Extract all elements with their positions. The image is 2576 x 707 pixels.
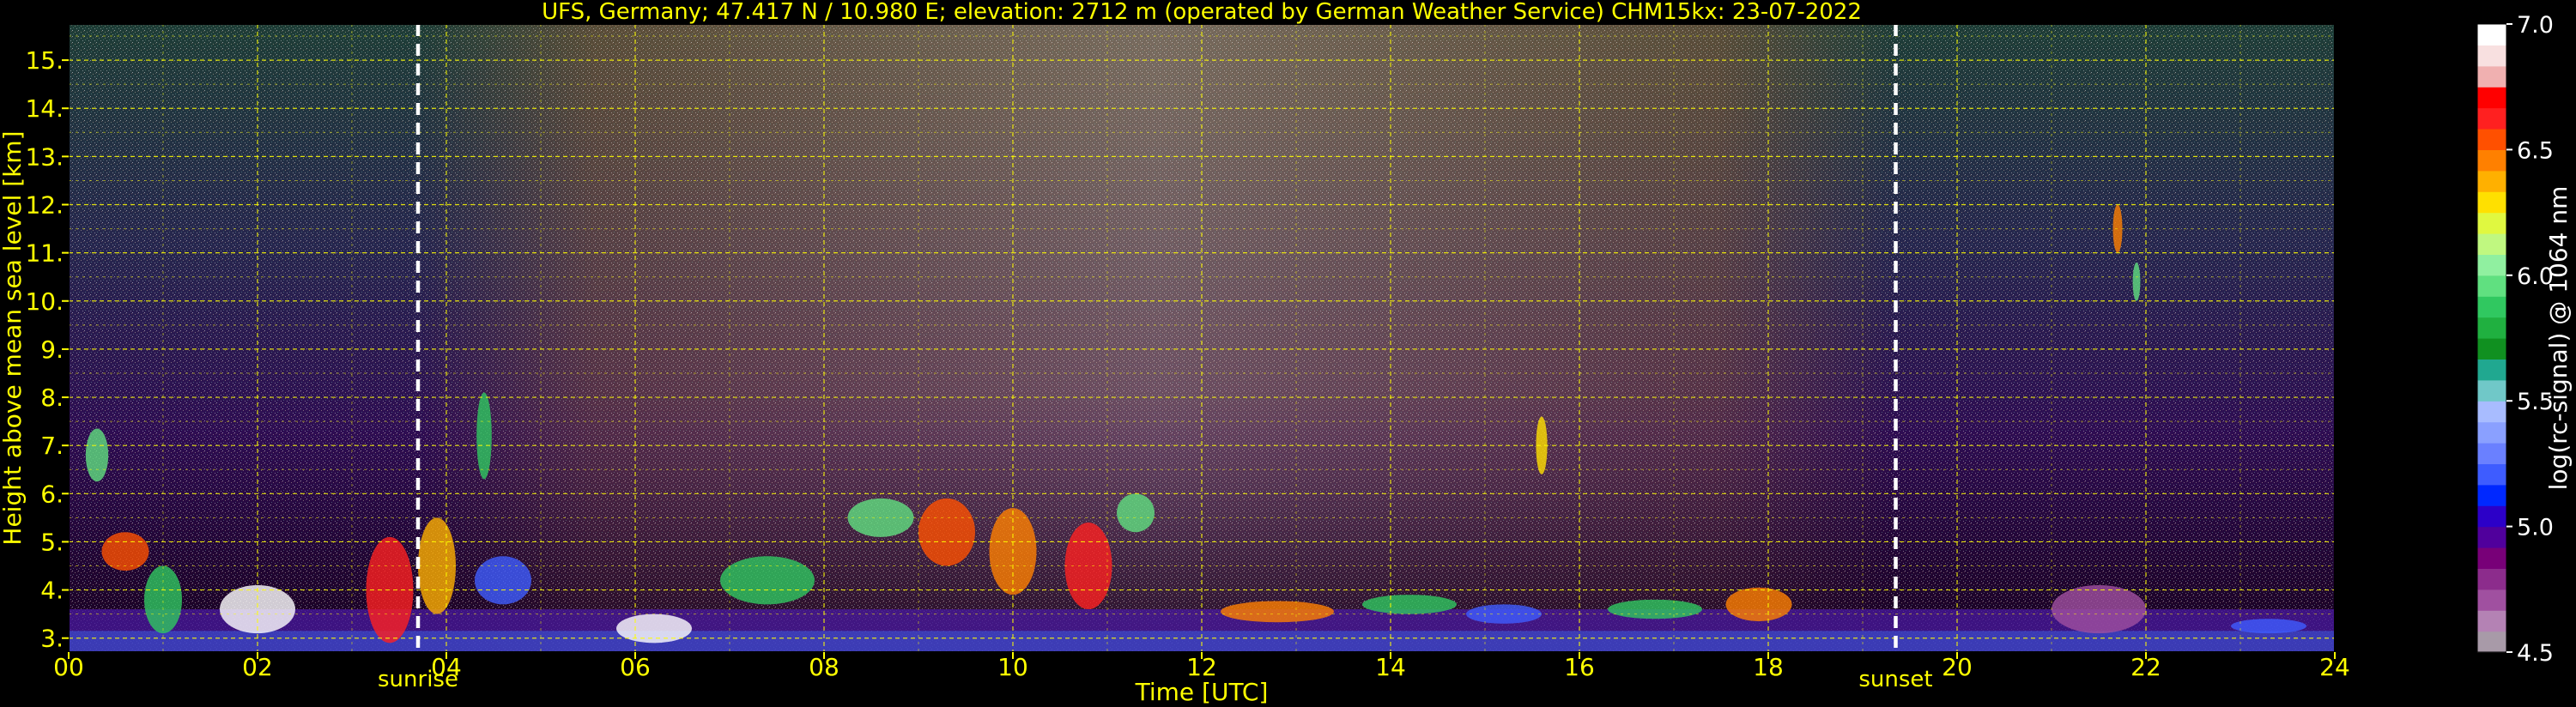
- colorbar-segment: [2477, 129, 2506, 150]
- y-tick-label: 14.: [25, 94, 64, 123]
- colorbar-segment: [2477, 254, 2506, 276]
- y-tick-label: 5.: [40, 528, 64, 556]
- colorbar-tick-label: 6.5: [2517, 137, 2554, 164]
- signal-feature: [1117, 493, 1155, 533]
- signal-feature: [2231, 619, 2306, 634]
- y-tick-label: 3.: [40, 625, 64, 653]
- y-tick-label: 15.: [25, 46, 64, 75]
- x-tick-label: 14: [1375, 653, 1406, 681]
- x-tick-label: 00: [53, 653, 84, 681]
- colorbar-segment: [2477, 107, 2506, 130]
- colorbar-segment: [2477, 610, 2506, 632]
- colorbar-segment: [2477, 191, 2506, 214]
- colorbar-segment: [2477, 87, 2506, 109]
- colorbar-segment: [2477, 568, 2506, 590]
- colorbar-segment: [2477, 359, 2506, 381]
- colorbar-segment: [2477, 338, 2506, 360]
- colorbar-tick-label: 4.5: [2517, 640, 2554, 667]
- signal-feature: [418, 517, 456, 614]
- ceilometer-figure: sunrise sunset 00 02 04 06 08 10 12 14 16 18 20 22 24 3…: [0, 0, 2576, 707]
- colorbar-segment: [2477, 45, 2506, 67]
- colorbar-segment: [2477, 65, 2506, 88]
- signal-feature: [1362, 595, 1457, 614]
- colorbar-segment: [2477, 24, 2506, 45]
- x-tick-label: 08: [809, 653, 839, 681]
- signal-feature: [1221, 601, 1334, 623]
- signal-feature: [2052, 584, 2146, 634]
- chart-svg: sunrise sunset00 02 04 06 08 10 12 14 16 18 20 22 243…: [0, 0, 2573, 706]
- y-tick-label: 7.: [40, 432, 64, 460]
- x-tick-label: 06: [620, 653, 651, 681]
- signal-feature: [918, 498, 975, 566]
- x-tick-label: 02: [242, 653, 273, 681]
- x-tick-label: 20: [1942, 653, 1973, 681]
- y-tick-label: 6.: [40, 480, 64, 508]
- colorbar-segment: [2477, 484, 2506, 506]
- y-tick-label: 9.: [40, 335, 64, 364]
- colorbar-tick-label: 7.0: [2517, 12, 2554, 39]
- signal-feature: [475, 556, 531, 605]
- colorbar-segment: [2477, 589, 2506, 611]
- y-tick-label: 8.: [40, 384, 64, 412]
- signal-feature: [2132, 262, 2141, 301]
- y-tick-label: 4.: [40, 577, 64, 605]
- colorbar-segment: [2477, 547, 2506, 569]
- colorbar-segment: [2477, 421, 2506, 444]
- colorbar-segment: [2477, 317, 2506, 339]
- colorbar-segment: [2477, 401, 2506, 423]
- colorbar-label: log(rc-signal) @ 1064 nm: [2544, 186, 2573, 491]
- colorbar: 4.55.05.56.06.57.0: [2476, 12, 2554, 667]
- colorbar-segment: [2477, 526, 2506, 548]
- x-tick-label: 10: [997, 653, 1028, 681]
- signal-feature: [1608, 599, 1702, 619]
- signal-feature: [720, 556, 815, 605]
- signal-feature: [1725, 587, 1792, 622]
- colorbar-segment: [2477, 296, 2506, 318]
- colorbar-segment: [2477, 463, 2506, 486]
- colorbar-tick-label: 5.0: [2517, 515, 2554, 541]
- plot-area: [68, 23, 2336, 653]
- sun-event-label: sunset: [1858, 667, 1932, 692]
- x-tick-label: 18: [1753, 653, 1784, 681]
- y-tick-label: 10.: [25, 287, 64, 316]
- colorbar-segment: [2477, 212, 2506, 234]
- y-tick-label: 12.: [25, 191, 64, 220]
- signal-feature: [476, 392, 492, 480]
- colorbar-segment: [2477, 275, 2506, 297]
- colorbar-segment: [2477, 149, 2506, 172]
- signal-feature: [2112, 204, 2123, 253]
- colorbar-segment: [2477, 631, 2506, 653]
- chart-title: UFS, Germany; 47.417 N / 10.980 E; eleva…: [542, 0, 1862, 25]
- colorbar-segment: [2477, 170, 2506, 192]
- y-tick-label: 13.: [25, 142, 64, 171]
- x-axis-label: Time [UTC]: [1135, 678, 1269, 706]
- x-tick-label: 04: [431, 653, 462, 681]
- x-tick-label: 22: [2131, 653, 2161, 681]
- signal-feature: [101, 532, 149, 571]
- colorbar-segment: [2477, 233, 2506, 255]
- colorbar-segment: [2477, 379, 2506, 402]
- colorbar-segment: [2477, 505, 2506, 528]
- x-tick-label: 24: [2319, 653, 2350, 681]
- signal-feature: [85, 428, 109, 482]
- colorbar-segment: [2477, 443, 2506, 464]
- y-axis-label: Height above mean sea level [km]: [0, 130, 27, 545]
- signal-feature: [220, 584, 295, 634]
- x-tick-label: 16: [1564, 653, 1595, 681]
- y-tick-label: 11.: [25, 239, 64, 268]
